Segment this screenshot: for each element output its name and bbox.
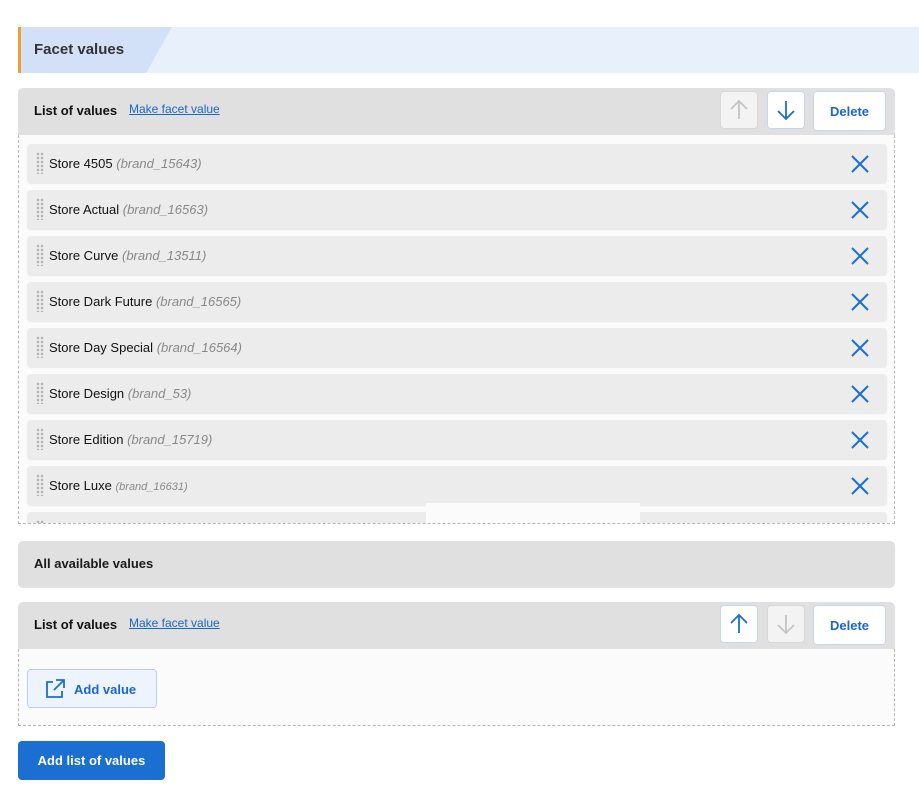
item-name: Store Luxe [49, 478, 112, 493]
add-value-label: Add value [74, 682, 137, 697]
drag-handle-icon [36, 520, 44, 523]
item-code: (brand_15643) [116, 156, 202, 171]
delete-list-button[interactable]: Delete [813, 91, 886, 131]
list-item[interactable]: Store Actual (brand_16563) [27, 190, 887, 229]
remove-icon[interactable] [849, 429, 871, 451]
add-list-of-values-button[interactable]: Add list of values [18, 741, 165, 780]
item-name: Store Actual [49, 202, 120, 217]
item-label: Store 4505 (brand_15643) [49, 156, 202, 171]
remove-icon[interactable] [849, 337, 871, 359]
remove-icon[interactable] [849, 475, 871, 497]
item-code: (brand_53) [127, 386, 192, 401]
arrow-up-icon [730, 99, 748, 119]
list-title: List of values [34, 617, 118, 632]
drag-handle-icon[interactable] [36, 198, 44, 220]
available-title: All available values [34, 556, 154, 571]
item-name: Store Day Special [49, 340, 154, 355]
item-label: Store Luxe (brand_16631) [49, 478, 188, 493]
item-code: (brand_16565) [155, 294, 242, 309]
make-facet-value-link[interactable]: Make facet value [129, 616, 220, 630]
delete-list-button[interactable]: Delete [813, 605, 886, 645]
move-down-button[interactable] [767, 605, 805, 643]
item-name: Store Edition [49, 432, 124, 447]
list-item[interactable]: Store Design (brand_53) [27, 374, 887, 413]
item-name: Store 4505 [49, 156, 113, 171]
item-label: Store Dark Future (brand_16565) [49, 294, 241, 309]
list-item[interactable]: Store Curve (brand_13511) [27, 236, 887, 275]
item-code: (brand_15719) [127, 432, 213, 447]
item-code: (brand_16563) [122, 202, 209, 217]
drag-handle-icon[interactable] [36, 152, 44, 174]
drag-handle-icon[interactable] [36, 474, 44, 496]
drag-handle-icon[interactable] [36, 244, 44, 266]
item-label: Store Actual (brand_16563) [49, 202, 208, 217]
list-item[interactable]: Store Edition (brand_15719) [27, 420, 887, 459]
list-title: List of values [34, 103, 118, 118]
drag-handle-icon[interactable] [36, 428, 44, 450]
values-list: Store 4505 (brand_15643) Store Actual (br… [18, 135, 895, 524]
item-label: Store Edition (brand_15719) [49, 432, 212, 447]
item-label: Store Day Special (brand_16564) [49, 340, 242, 355]
section-header: Facet values [18, 27, 919, 73]
list-toolbar-2: List of values Make facet value Delete [18, 602, 895, 649]
remove-icon[interactable] [849, 199, 871, 221]
drag-handle-icon[interactable] [36, 336, 44, 358]
list-item[interactable]: Store Day Special (brand_16564) [27, 328, 887, 367]
remove-icon[interactable] [849, 245, 871, 267]
drag-handle-icon[interactable] [36, 382, 44, 404]
all-available-values-bar[interactable]: All available values [18, 541, 895, 588]
item-name: Store Dark Future [49, 294, 153, 309]
add-value-button[interactable]: Add value [27, 669, 157, 708]
arrow-down-icon [777, 101, 795, 121]
values-list-2: Add value [18, 649, 895, 726]
move-up-button[interactable] [720, 605, 758, 643]
make-facet-value-link[interactable]: Make facet value [129, 102, 220, 116]
remove-icon[interactable] [849, 153, 871, 175]
list-item[interactable]: Store Luxe (brand_16631) [27, 466, 887, 505]
remove-icon[interactable] [849, 291, 871, 313]
drag-handle-icon[interactable] [36, 290, 44, 312]
item-code: (brand_16564) [156, 340, 242, 355]
item-name: Store Curve [49, 248, 119, 263]
item-name: Store Design [49, 386, 125, 401]
item-label: Store Design (brand_53) [49, 386, 191, 401]
arrow-up-icon [730, 613, 748, 633]
external-link-icon [46, 679, 65, 698]
move-down-button[interactable] [767, 91, 805, 129]
section-title: Facet values [34, 41, 125, 58]
list-fade [426, 503, 640, 523]
list-item[interactable]: Store 4505 (brand_15643) [27, 144, 887, 183]
list-toolbar-1: List of values Make facet value Delete [18, 88, 895, 135]
arrow-down-icon [777, 615, 795, 635]
item-code: (brand_16631) [115, 481, 188, 493]
list-item[interactable]: Store Dark Future (brand_16565) [27, 282, 887, 321]
item-code: (brand_13511) [122, 248, 207, 263]
move-up-button[interactable] [720, 91, 758, 129]
remove-icon[interactable] [849, 383, 871, 405]
item-label: Store Curve (brand_13511) [49, 248, 206, 263]
